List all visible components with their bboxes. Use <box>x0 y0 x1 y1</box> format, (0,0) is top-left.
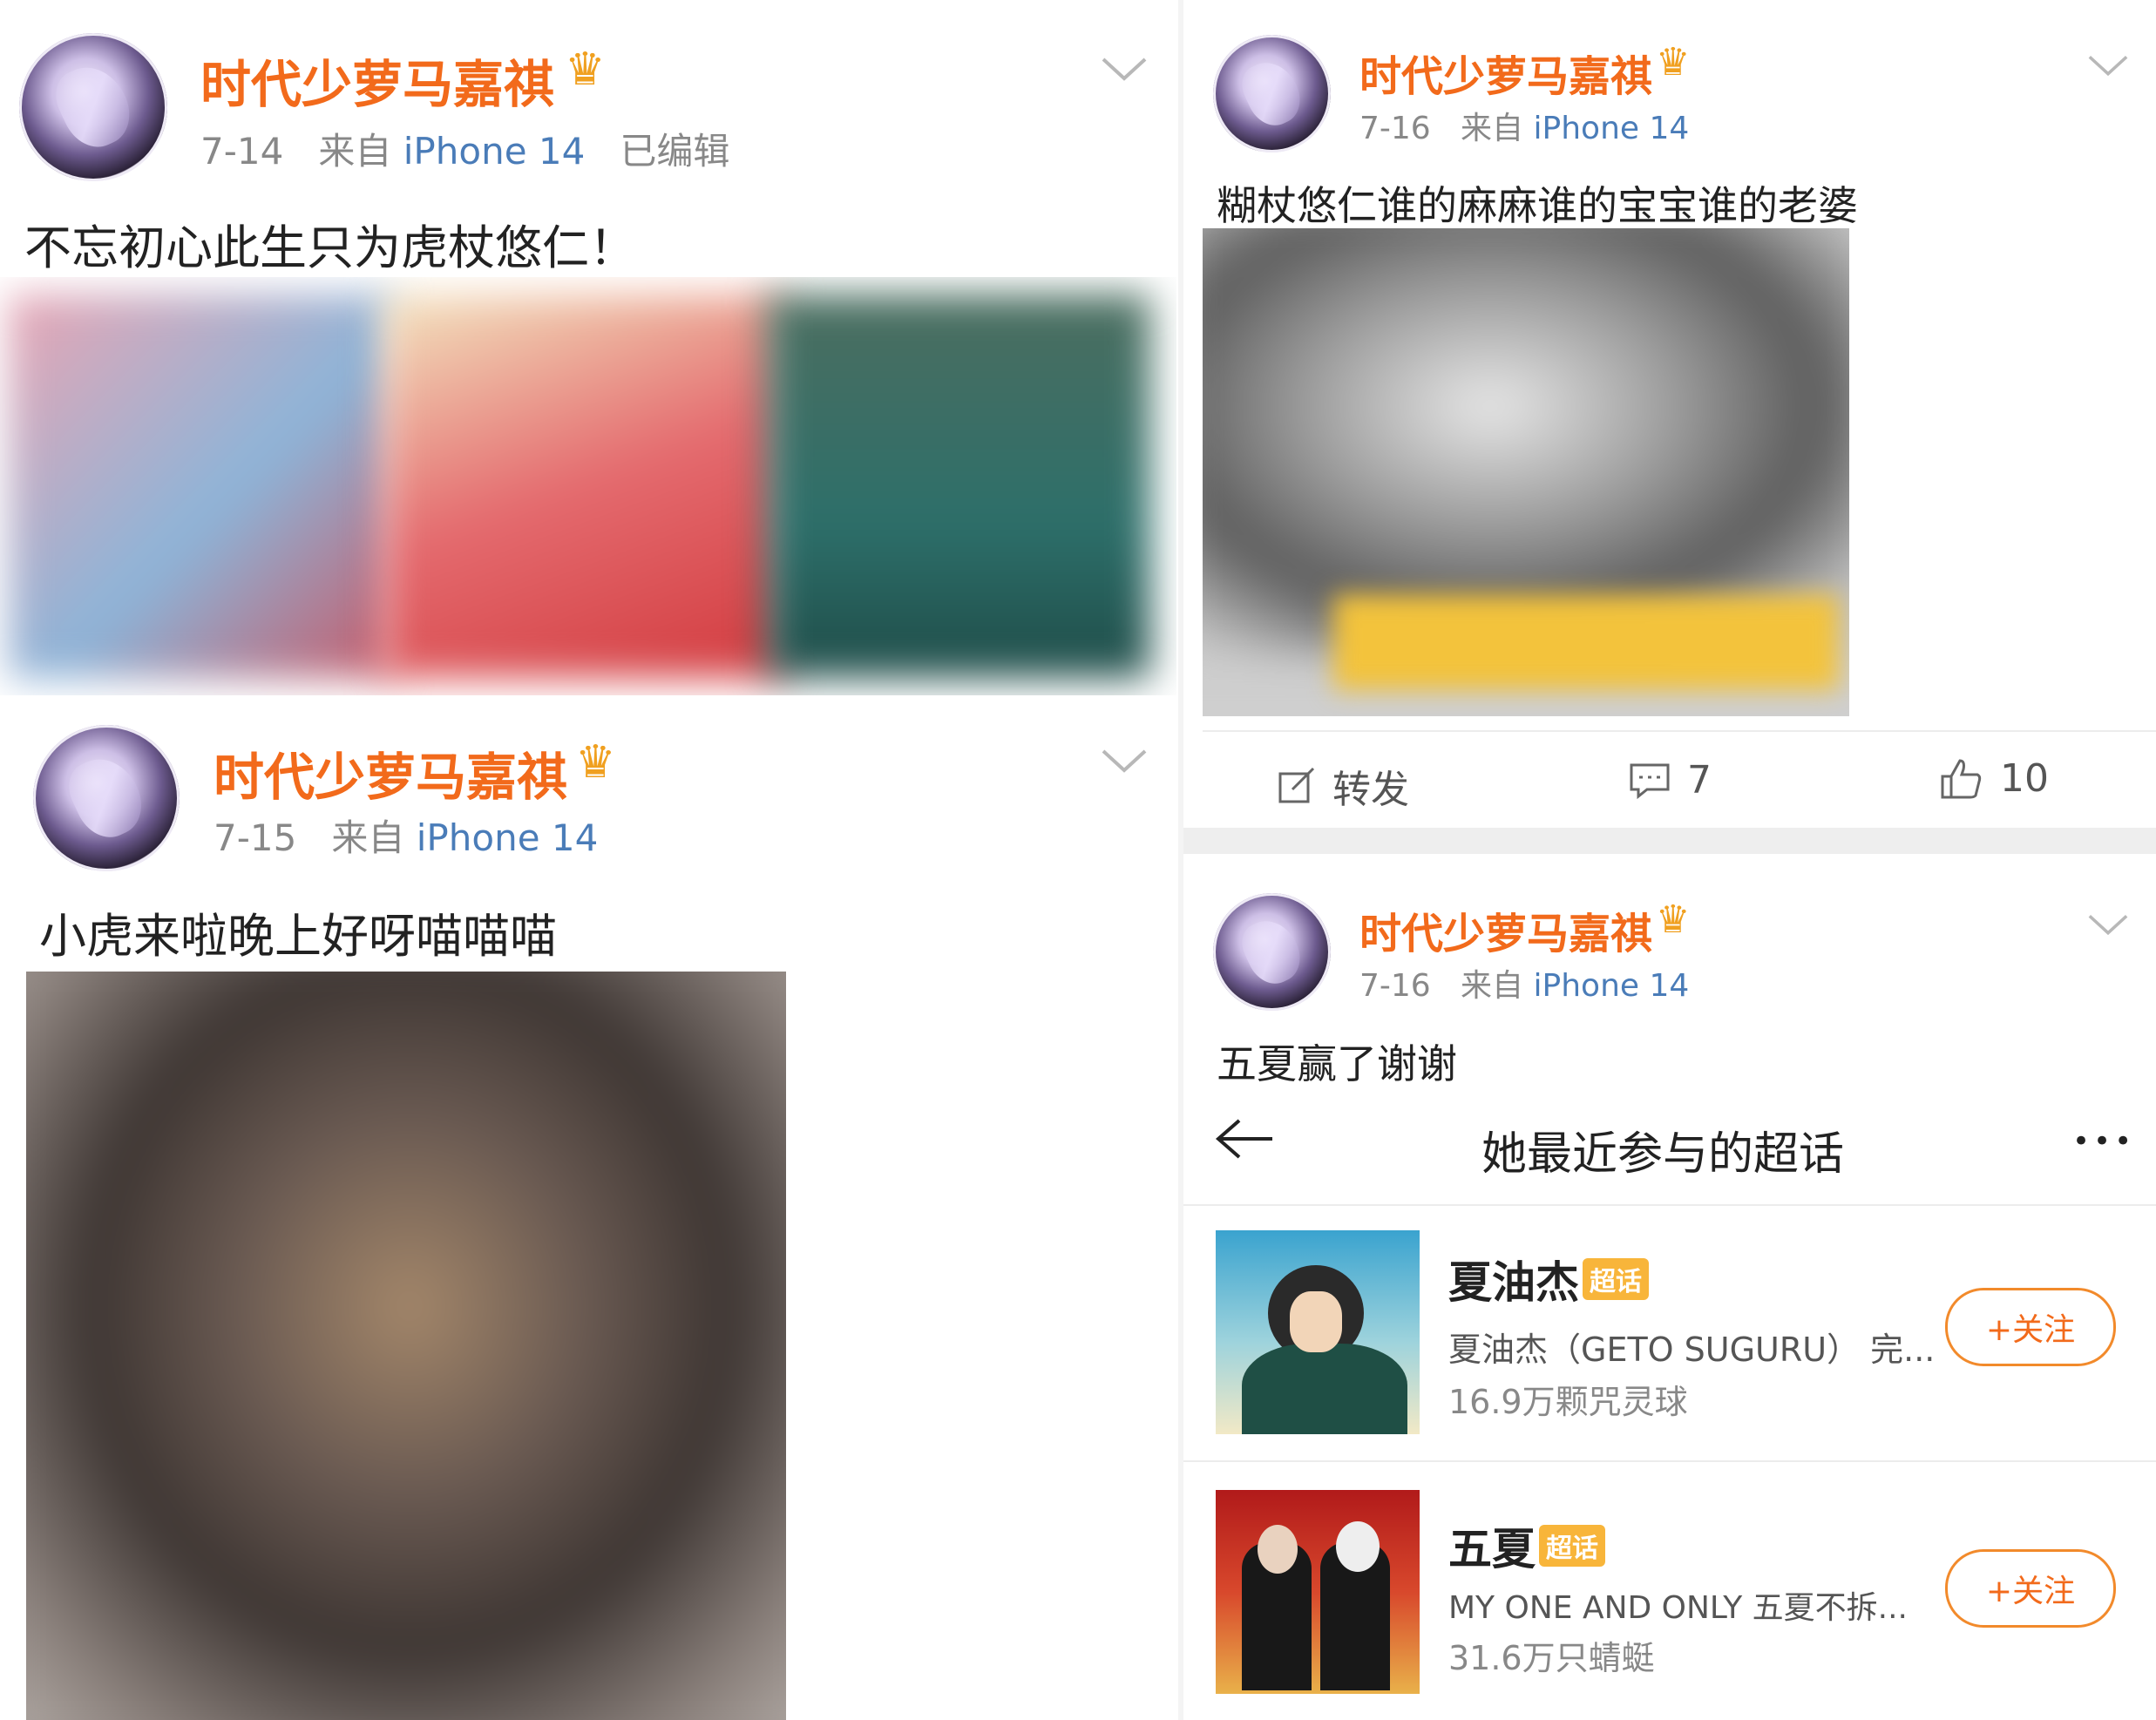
post-date: 7-16 <box>1359 111 1431 146</box>
source-prefix: 来自 <box>1461 968 1524 1004</box>
device-link[interactable]: iPhone 14 <box>403 130 586 173</box>
post-text: 五夏赢了谢谢 <box>1217 1040 1457 1087</box>
topic-cover[interactable] <box>1216 1490 1420 1694</box>
post-date: 7-15 <box>214 816 297 859</box>
topic-desc: MY ONE AND ONLY 五夏不拆... <box>1448 1590 1908 1626</box>
topic-title-row: 夏油杰 超话 <box>1448 1248 1649 1310</box>
topic-count: 31.6万只蜻蜓 <box>1448 1639 1655 1677</box>
post-meta: 7-16 来自 iPhone 14 <box>1359 103 1689 148</box>
post-meta: 7-14 来自 iPhone 14 已编辑 <box>200 122 729 175</box>
post-text: 小虎来啦晚上好呀喵喵喵 <box>39 909 557 964</box>
topic-name[interactable]: 五夏 <box>1448 1514 1536 1577</box>
divider <box>1183 1460 2156 1462</box>
follow-button[interactable]: +关注 <box>1945 1549 2116 1628</box>
comment-count: 7 <box>1687 758 1712 802</box>
username[interactable]: 时代少萝马嘉祺 <box>214 736 567 809</box>
source-prefix: 来自 <box>1461 111 1524 146</box>
supertopic-badge: 超话 <box>1539 1525 1605 1567</box>
post-text: 糊杖悠仁谁的麻麻谁的宝宝谁的老婆 <box>1217 182 1858 229</box>
panel-title: 她最近参与的超话 <box>1481 1128 1845 1181</box>
like-count: 10 <box>2000 756 2049 801</box>
username[interactable]: 时代少萝马嘉祺 <box>1359 42 1652 103</box>
post-image[interactable] <box>767 295 1150 678</box>
crown-icon: ♛ <box>1656 897 1691 942</box>
post-meta: 7-16 来自 iPhone 14 <box>1359 960 1689 1006</box>
post-image[interactable] <box>26 972 786 1720</box>
repost-label: 转发 <box>1332 768 1409 812</box>
divider <box>1183 1204 2156 1206</box>
source-prefix: 来自 <box>331 816 405 859</box>
avatar[interactable] <box>19 33 167 181</box>
edited-label[interactable]: 已编辑 <box>620 130 729 173</box>
topic-count: 16.9万颗咒灵球 <box>1448 1383 1688 1421</box>
chevron-down-icon[interactable] <box>2086 911 2130 941</box>
topic-title-row: 五夏 超话 <box>1448 1514 1605 1577</box>
column-divider <box>1178 0 1183 1720</box>
divider <box>1203 730 2156 732</box>
more-icon[interactable]: ••• <box>2072 1124 2135 1159</box>
chevron-down-icon[interactable] <box>2086 52 2130 82</box>
repost-button[interactable]: 转发 <box>1277 758 1409 814</box>
post-image-grid[interactable] <box>0 277 1176 695</box>
chevron-down-icon[interactable] <box>1100 746 1149 779</box>
thumbs-up-icon <box>1941 758 1982 798</box>
post-image[interactable] <box>1203 228 1849 716</box>
topic-cover[interactable] <box>1216 1230 1420 1434</box>
device-link[interactable]: iPhone 14 <box>1534 968 1690 1004</box>
source-prefix: 来自 <box>318 130 392 173</box>
device-link[interactable]: iPhone 14 <box>417 816 599 859</box>
username[interactable]: 时代少萝马嘉祺 <box>200 44 554 117</box>
like-button[interactable]: 10 <box>1939 756 2049 801</box>
avatar[interactable] <box>33 725 180 871</box>
post-image[interactable] <box>383 295 784 678</box>
device-link[interactable]: iPhone 14 <box>1534 111 1690 146</box>
avatar[interactable] <box>1213 893 1331 1011</box>
edit-share-icon <box>1278 767 1315 803</box>
post-image[interactable] <box>9 295 392 678</box>
follow-button[interactable]: +关注 <box>1945 1288 2116 1366</box>
topic-name[interactable]: 夏油杰 <box>1448 1248 1579 1310</box>
back-arrow-icon[interactable] <box>1213 1117 1276 1164</box>
topic-desc: 夏油杰（GETO SUGURU） 完... <box>1448 1331 1936 1369</box>
section-separator <box>1183 828 2156 854</box>
username[interactable]: 时代少萝马嘉祺 <box>1359 899 1652 960</box>
crown-icon: ♛ <box>1656 40 1691 85</box>
comment-button[interactable]: 7 <box>1628 758 1712 802</box>
crown-icon: ♛ <box>565 44 606 96</box>
supertopic-badge: 超话 <box>1583 1258 1649 1300</box>
post-date: 7-16 <box>1359 968 1431 1004</box>
avatar[interactable] <box>1213 35 1331 152</box>
chevron-down-icon[interactable] <box>1100 54 1149 87</box>
crown-icon: ♛ <box>575 736 616 789</box>
post-date: 7-14 <box>200 130 284 173</box>
comment-icon <box>1630 763 1670 799</box>
post-text: 不忘初心此生只为虎杖悠仁！ <box>24 220 636 275</box>
post-meta: 7-15 来自 iPhone 14 <box>214 809 598 862</box>
